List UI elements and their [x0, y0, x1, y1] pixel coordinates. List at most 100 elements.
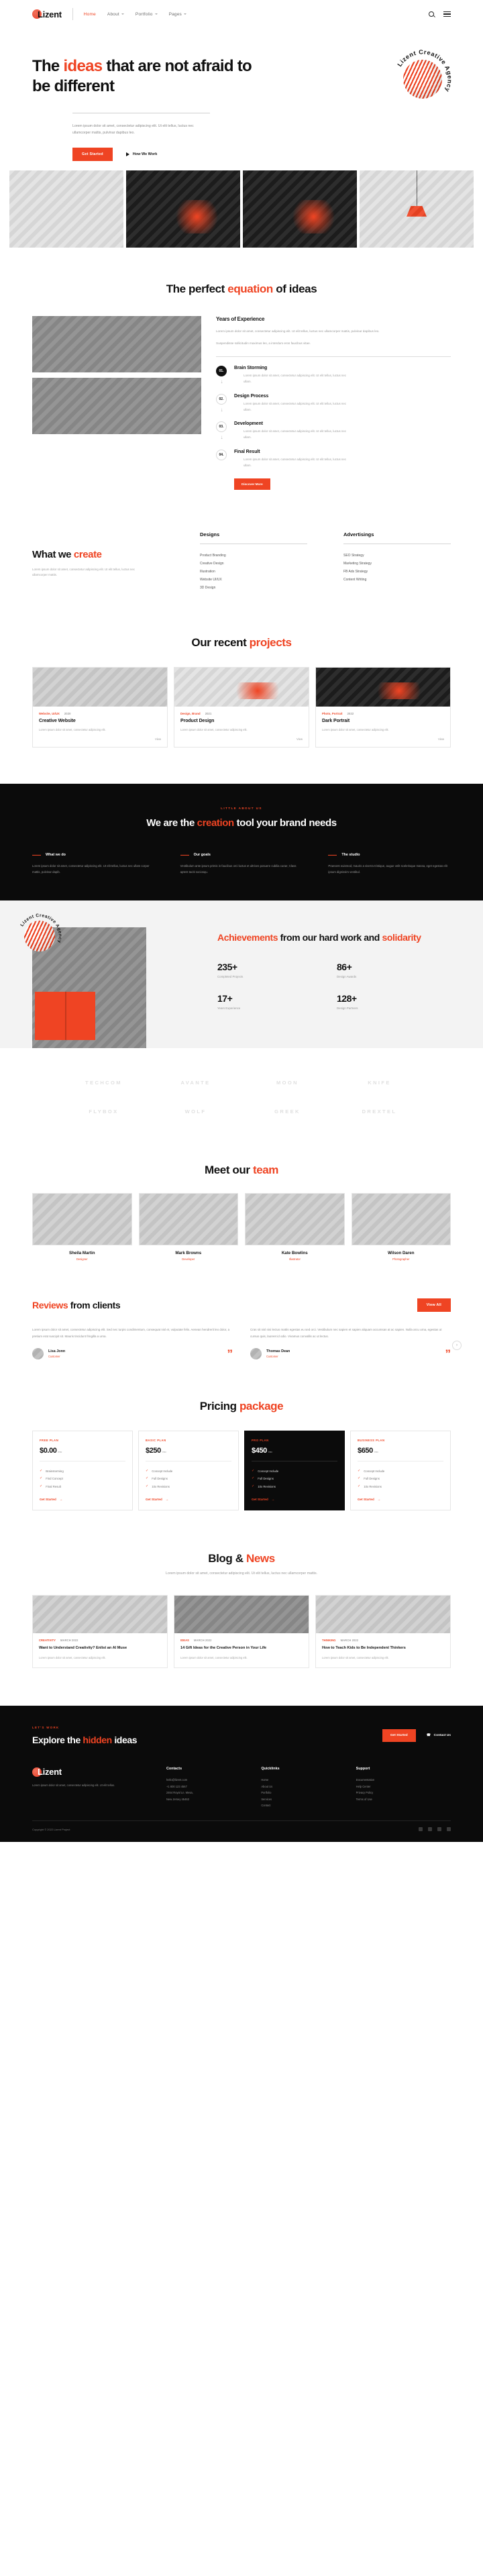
process-step[interactable]: 04. Final Result Lorem ipsum dolor sit a… — [216, 449, 451, 490]
about-title-part2: tool your brand needs — [233, 817, 337, 829]
check-icon: ✓ — [40, 1468, 43, 1473]
nav-item-pages[interactable]: Pages — [169, 12, 186, 17]
footer-link[interactable]: Contact — [261, 1802, 356, 1808]
process-step[interactable]: 01. ↓ Brain Storming Lorem ipsum dolor s… — [216, 366, 451, 394]
gallery-image-3[interactable] — [243, 170, 357, 248]
get-started-button[interactable]: Get Started — [72, 147, 113, 161]
lamp-shade — [407, 205, 427, 217]
gallery-image-2[interactable] — [126, 170, 240, 248]
how-we-work-button[interactable]: How We Work — [125, 152, 157, 156]
blog-card[interactable]: IDEAS MARCH 2022 14 Gift Ideas for the Cr… — [174, 1595, 309, 1669]
cta-title-accent: hidden — [83, 1735, 112, 1746]
services-title-accent: create — [73, 548, 102, 560]
discover-more-button[interactable]: Discover More — [234, 478, 270, 490]
about-column-head: What we do — [32, 853, 155, 857]
footer-link[interactable]: Terms of Use — [356, 1796, 451, 1802]
service-item[interactable]: Marketing Strategy — [343, 560, 451, 568]
pricing-card[interactable]: FREE PLAN $0.00/mo ✓ Brainstorming ✓ Find … — [32, 1430, 133, 1511]
team-member[interactable]: Wilson Daren Photographer — [351, 1193, 451, 1261]
projects-title-accent: projects — [249, 635, 292, 649]
project-link[interactable]: View — [297, 737, 303, 741]
linkedin-icon[interactable] — [447, 1827, 451, 1832]
check-icon: ✓ — [358, 1476, 361, 1481]
project-link[interactable]: View — [438, 737, 444, 741]
footer-link[interactable]: Privacy Policy — [356, 1790, 451, 1796]
team-photo — [351, 1193, 451, 1246]
service-item[interactable]: Content Writing — [343, 576, 451, 584]
footer-link[interactable]: +1 800 123 4567 — [166, 1784, 261, 1790]
team-member[interactable]: Kate Bowlins Illustrator — [245, 1193, 345, 1261]
twitter-icon[interactable] — [428, 1827, 432, 1832]
team-member[interactable]: Sheila Martin Designer — [32, 1193, 132, 1261]
plan-cta[interactable]: Get Started → — [146, 1498, 231, 1501]
footer-link[interactable]: New Jersey 45463 — [166, 1796, 261, 1802]
footer-bottom: Copyright © 2022 Lizent Project — [32, 1827, 451, 1832]
instagram-icon[interactable] — [437, 1827, 441, 1832]
footer-logo[interactable]: Lizent — [32, 1767, 166, 1777]
project-card[interactable]: Website, UI/UX 2020 Creative Website Lore… — [32, 666, 168, 748]
blog-card[interactable]: CREATIVITY MARCH 2022 Want to Understand … — [32, 1595, 168, 1669]
blog-category: CREATIVITY — [39, 1639, 56, 1643]
service-item[interactable]: Illustration — [200, 568, 307, 576]
project-link[interactable]: View — [155, 737, 161, 741]
team-photo — [32, 1193, 132, 1246]
gallery-image-1[interactable] — [9, 170, 123, 248]
service-item[interactable]: SEO Strategy — [343, 552, 451, 560]
team-member-role: Designer — [76, 1257, 88, 1261]
nav-item-about[interactable]: About — [107, 12, 124, 17]
check-icon: ✓ — [40, 1476, 43, 1481]
footer-link[interactable]: Help Center — [356, 1784, 451, 1790]
footer-link[interactable]: About Us — [261, 1784, 356, 1790]
step-desc: Lorem ipsum dolor sit amet, consectetur … — [244, 429, 347, 440]
chevron-right-icon[interactable]: › — [452, 1340, 462, 1350]
footer-link[interactable]: Documentation — [356, 1777, 451, 1783]
project-card[interactable]: Photo, Portrait 2022 Dark Portrait Lorem … — [315, 666, 451, 748]
view-all-reviews-button[interactable]: View All — [417, 1298, 451, 1312]
nav-item-home[interactable]: Home — [84, 12, 96, 17]
blog-meta: CREATIVITY MARCH 2022 — [39, 1639, 161, 1642]
service-item[interactable]: Website UI/UX — [200, 576, 307, 584]
about-column-head: The studio — [328, 853, 451, 857]
process-step[interactable]: 03. ↓ Development Lorem ipsum dolor sit … — [216, 421, 451, 450]
blog-body: IDEAS MARCH 2022 14 Gift Ideas for the Cr… — [174, 1633, 309, 1667]
plan-cta[interactable]: Get Started → — [40, 1498, 125, 1501]
plan-cta[interactable]: Get Started → — [252, 1498, 337, 1501]
process-step[interactable]: 02. ↓ Design Process Lorem ipsum dolor s… — [216, 393, 451, 422]
equation-title-part1: The perfect — [166, 282, 228, 295]
review-footer: Lisa Jonn Customer ” — [32, 1347, 233, 1359]
gallery-image-4[interactable] — [360, 170, 474, 248]
about-columns: What we do Lorem ipsum dolor sit amet, c… — [32, 853, 451, 875]
equation-heading: Years of Experience — [216, 315, 265, 322]
arrow-down-icon: ↓ — [220, 434, 223, 441]
team-member[interactable]: Mark Browns Developer — [138, 1193, 238, 1261]
footer-link[interactable]: Portfolio — [261, 1790, 356, 1796]
blog-post-desc: Lorem ipsum dolor sit amet, consectetur … — [322, 1656, 389, 1660]
service-item[interactable]: FB Ads Strategy — [343, 568, 451, 576]
contact-us-link[interactable]: ☎ Contact Us — [427, 1734, 451, 1737]
service-item[interactable]: Creative Design — [200, 560, 307, 568]
plan-feature-label: 10x Revisions — [152, 1484, 170, 1488]
achievements-badge: Lizent Creative Agency — [15, 911, 64, 961]
pricing-card[interactable]: BUSINESS PLAN $650/mo ✓ Concept Include ✓… — [350, 1430, 451, 1511]
cta-get-started-button[interactable]: Get Started — [382, 1729, 416, 1743]
plan-cta[interactable]: Get Started → — [358, 1498, 443, 1501]
hero-title-part1: The — [32, 57, 64, 75]
footer-link[interactable]: Home — [261, 1777, 356, 1783]
project-card[interactable]: Design, Brand 2021 Product Design Lorem i… — [174, 666, 309, 748]
facebook-icon[interactable] — [419, 1827, 423, 1832]
pricing-card[interactable]: BASIC PLAN $250/mo ✓ Concept Include ✓ Ful… — [138, 1430, 239, 1511]
search-icon[interactable] — [429, 11, 435, 17]
pricing-card-featured[interactable]: PRO PLAN $450/mo ✓ Concept Include ✓ Full … — [244, 1430, 345, 1511]
service-item[interactable]: 3D Design — [200, 584, 307, 592]
footer-link[interactable]: 2464 Royal Ln. Mesa, — [166, 1790, 261, 1796]
footer-link[interactable]: Services — [261, 1796, 356, 1802]
about-title-accent: creation — [197, 817, 235, 829]
footer-link[interactable]: hello@lizent.com — [166, 1777, 261, 1783]
service-item[interactable]: Product Branding — [200, 552, 307, 560]
team-title-part1: Meet our — [204, 1164, 253, 1177]
blog-card[interactable]: THINKING MARCH 2022 How to Teach Kids to … — [315, 1595, 451, 1669]
site-footer: Lizent Lorem ipsum dolor sit amet, conse… — [0, 1764, 483, 1843]
hamburger-icon[interactable] — [443, 11, 451, 17]
site-logo[interactable]: Lizent — [32, 9, 62, 19]
nav-item-portfolio[interactable]: Portfolio — [136, 12, 158, 17]
